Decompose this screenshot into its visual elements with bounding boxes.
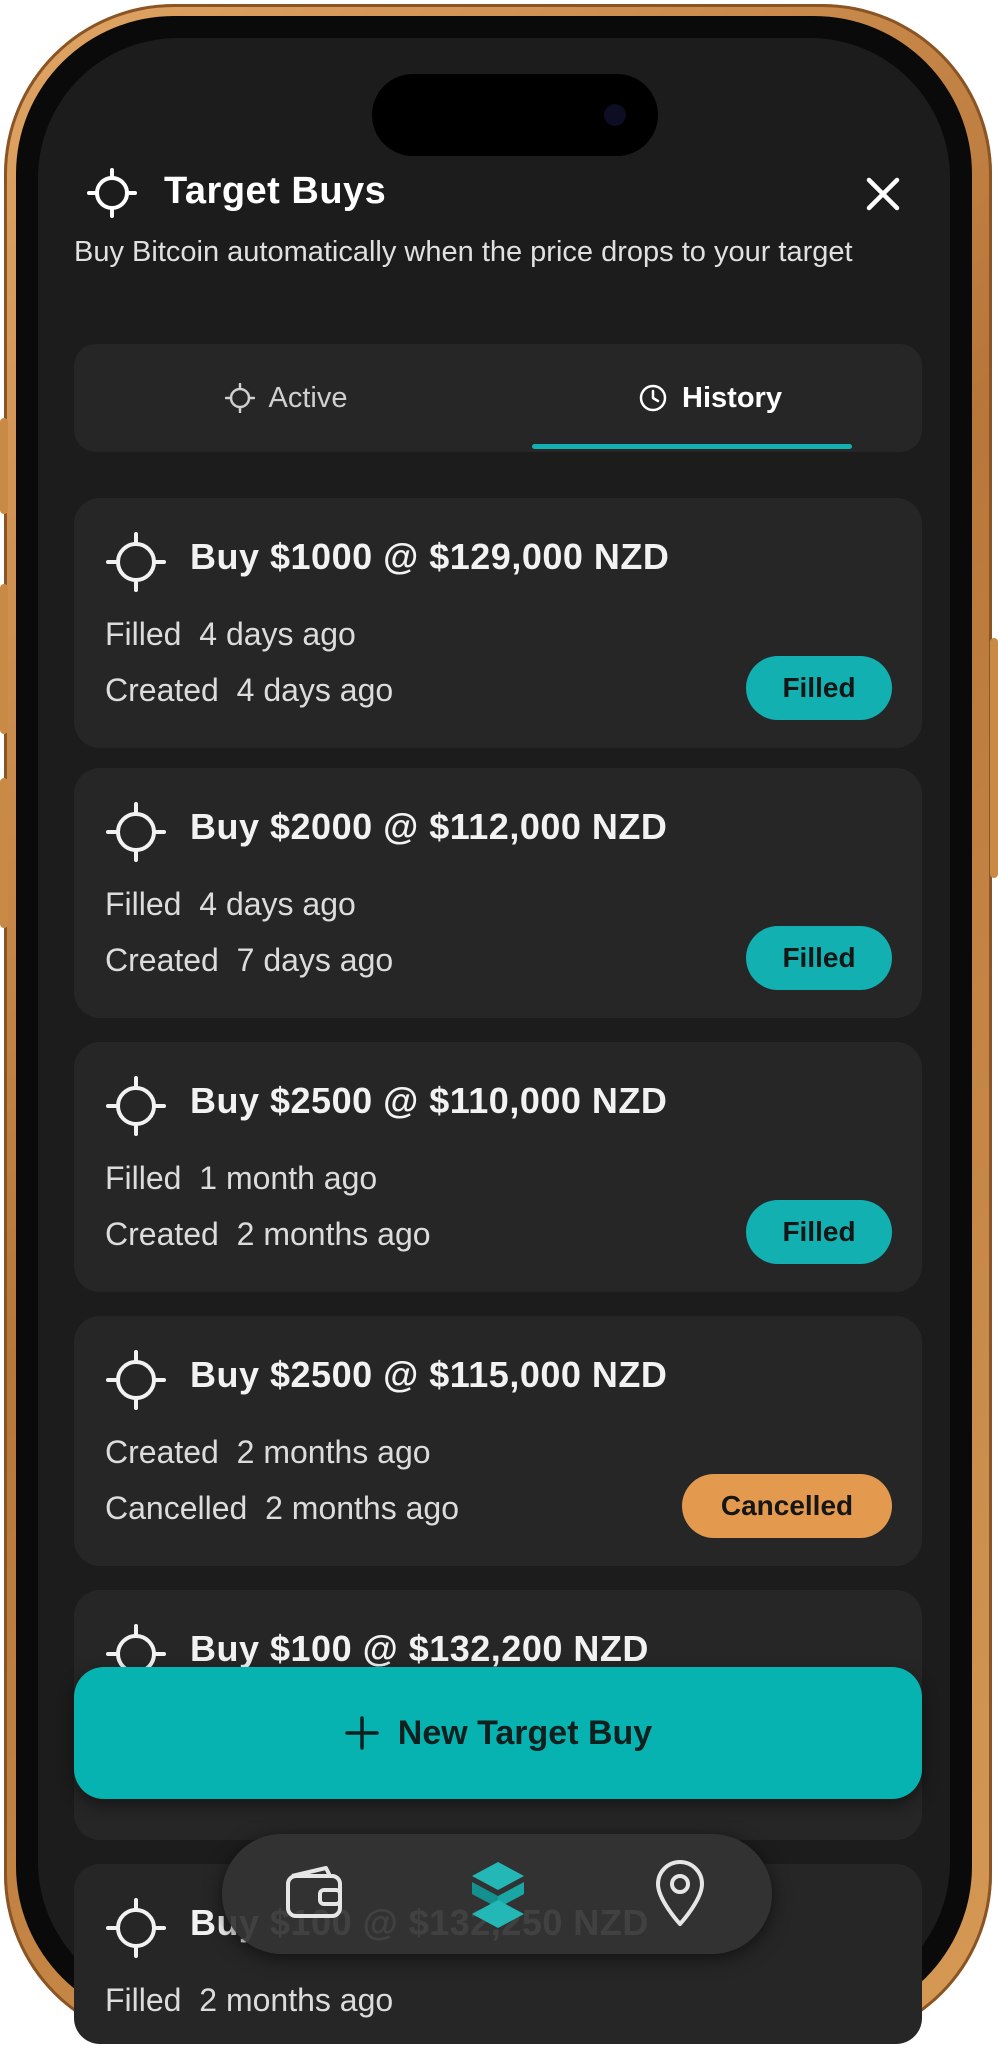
sheet-header: Target Buys [87, 168, 907, 288]
bottom-nav [222, 1834, 772, 1954]
status-badge: Filled [746, 1200, 892, 1264]
plus-icon [345, 1716, 379, 1750]
page-title: Target Buys [164, 170, 387, 212]
side-button-power [990, 638, 998, 878]
order-line-2: Created 7 days ago [105, 942, 394, 978]
side-button-volume-up [0, 584, 8, 734]
order-card[interactable]: Buy $1000 @ $129,000 NZD Filled 4 days ag… [74, 498, 922, 748]
wallet-icon[interactable] [274, 1854, 354, 1934]
crosshair-icon [106, 532, 166, 592]
status-badge: Filled [746, 656, 892, 720]
crosshair-icon [224, 383, 255, 413]
home-icon[interactable] [458, 1854, 538, 1934]
status-badge: Filled [746, 926, 892, 990]
order-card[interactable]: Buy $2500 @ $110,000 NZD Filled 1 month a… [74, 1042, 922, 1292]
order-line-1: Filled 2 months ago [105, 1982, 394, 2018]
order-title: Buy $2500 @ $115,000 NZD [190, 1354, 668, 1395]
tab-history[interactable]: History [498, 344, 922, 452]
camera-icon [604, 104, 626, 126]
order-line-2: Cancelled 2 months ago [105, 1490, 459, 1526]
order-line-1: Filled 4 days ago [105, 616, 356, 652]
order-title: Buy $2500 @ $110,000 NZD [190, 1080, 668, 1121]
order-line-2: Created 2 months ago [105, 1216, 431, 1252]
dynamic-island [372, 74, 658, 156]
side-button-volume-down [0, 778, 8, 928]
segmented-tabs: Active History [74, 344, 922, 452]
order-title: Buy $2000 @ $112,000 NZD [190, 806, 668, 847]
page-subtitle: Buy Bitcoin automatically when the price… [74, 236, 853, 268]
order-line-2: Created 4 days ago [105, 672, 394, 708]
tab-selected-indicator [532, 444, 852, 449]
crosshair-icon [106, 1076, 166, 1136]
crosshair-icon [106, 1898, 166, 1958]
side-button-action [0, 418, 8, 514]
order-title: Buy $100 @ $132,200 NZD [190, 1628, 649, 1669]
tab-active-label: Active [268, 381, 348, 414]
order-line-1: Created 2 months ago [105, 1434, 431, 1470]
close-icon[interactable] [859, 170, 907, 218]
tab-history-label: History [682, 381, 782, 414]
clock-icon [639, 384, 667, 412]
order-line-1: Filled 1 month ago [105, 1160, 378, 1196]
status-badge: Cancelled [682, 1474, 892, 1538]
new-target-buy-label: New Target Buy [397, 1713, 653, 1752]
order-card[interactable]: Buy $2000 @ $112,000 NZD Filled 4 days ag… [74, 768, 922, 1018]
location-icon[interactable] [640, 1854, 720, 1934]
crosshair-icon [87, 168, 137, 218]
order-title: Buy $1000 @ $129,000 NZD [190, 536, 670, 577]
order-card[interactable]: Buy $2500 @ $115,000 NZD Created 2 months… [74, 1316, 922, 1566]
new-target-buy-button[interactable]: New Target Buy [74, 1667, 922, 1799]
crosshair-icon [106, 802, 166, 862]
tab-active[interactable]: Active [74, 344, 498, 452]
crosshair-icon [106, 1350, 166, 1410]
order-line-1: Filled 4 days ago [105, 886, 356, 922]
